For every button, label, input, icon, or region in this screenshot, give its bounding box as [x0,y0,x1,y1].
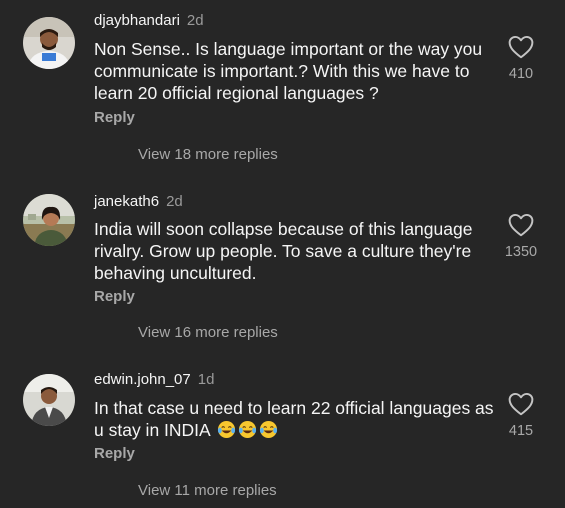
comment-header: edwin.john_07 1d [94,371,214,389]
like-section: 1350 [497,213,545,260]
username[interactable]: edwin.john_07 [94,371,191,388]
like-section: 415 [497,392,545,439]
comment-header: janekath6 2d [94,193,183,211]
divider [94,490,126,492]
avatar[interactable] [23,194,75,246]
reply-button[interactable]: Reply [94,288,135,305]
view-more-replies-label: View 16 more replies [138,324,278,341]
divider [94,332,126,334]
divider [94,154,126,156]
comment-text: In that case u need to learn 22 official… [94,397,494,441]
comments-list: djaybhandari 2d Non Sense.. Is language i… [0,0,565,508]
timestamp: 2d [166,193,183,210]
avatar[interactable] [23,374,75,426]
timestamp: 1d [197,371,215,388]
face-with-tears-of-joy-icon [238,420,256,439]
face-with-tears-of-joy-icon [217,420,235,439]
comment-text: Non Sense.. Is language important or the… [94,39,483,103]
view-more-replies-label: View 18 more replies [138,146,278,163]
heart-icon[interactable] [508,35,534,59]
like-count: 1350 [504,244,538,260]
view-more-replies[interactable]: View 11 more replies [94,482,277,499]
comment-text-content: In that case u need to learn 22 official… [94,398,494,440]
timestamp: 2d [186,12,204,29]
view-more-replies-label: View 11 more replies [138,482,277,499]
heart-icon[interactable] [508,213,534,237]
view-more-replies[interactable]: View 18 more replies [94,146,278,163]
like-section: 410 [497,35,545,82]
username[interactable]: janekath6 [94,193,159,210]
username[interactable]: djaybhandari [94,12,180,29]
like-count: 415 [508,423,534,439]
face-with-tears-of-joy-icon [259,420,277,439]
avatar[interactable] [23,17,75,69]
reply-button[interactable]: Reply [94,445,135,462]
comment-header: djaybhandari 2d [94,12,204,30]
comment-text: India will soon collapse because of this… [94,219,473,283]
view-more-replies[interactable]: View 16 more replies [94,324,278,341]
heart-icon[interactable] [508,392,534,416]
reply-button[interactable]: Reply [94,109,135,126]
like-count: 410 [508,66,534,82]
